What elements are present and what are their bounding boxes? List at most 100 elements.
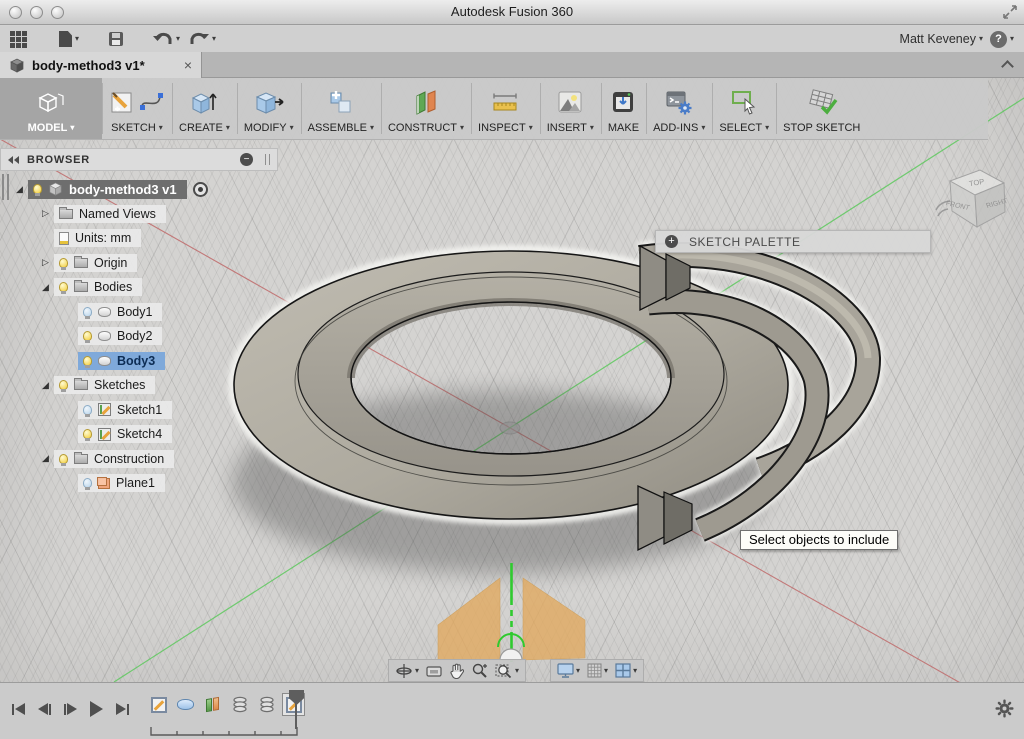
zoom-button[interactable] (471, 663, 488, 679)
undo-button[interactable]: ▾ (153, 32, 180, 46)
ribbon-group-insert[interactable]: INSERT▾ (540, 78, 601, 139)
timeline-feature-plane[interactable] (202, 694, 223, 715)
expander-icon[interactable]: ▷ (40, 257, 51, 268)
visibility-bulb-icon[interactable] (83, 356, 92, 366)
tree-row-origin[interactable]: ▷ Origin (0, 251, 278, 276)
document-tab[interactable]: body-method3 v1* × (0, 52, 202, 78)
extrude-icon (189, 88, 219, 116)
visibility-bulb-icon[interactable] (59, 258, 68, 268)
timeline-feature-sketch[interactable] (148, 694, 169, 715)
timeline-feature-coil2[interactable] (256, 694, 277, 715)
sketch-palette-panel[interactable]: + SKETCH PALETTE (655, 230, 931, 253)
pan-button[interactable] (449, 663, 464, 679)
visibility-bulb-icon[interactable] (59, 282, 68, 292)
tree-item-label: Construction (94, 452, 164, 466)
step-forward-button[interactable] (64, 703, 77, 715)
visibility-bulb-icon[interactable] (59, 380, 68, 390)
orbit-icon (395, 663, 413, 679)
status-tooltip: Select objects to include (740, 530, 898, 550)
workspace-selector-model[interactable]: MODEL▾ (0, 78, 102, 139)
save-button[interactable] (109, 32, 123, 46)
user-menu[interactable]: Matt Keveney ▾ (900, 32, 983, 46)
visibility-bulb-icon[interactable] (83, 307, 92, 317)
go-to-end-button[interactable] (116, 703, 129, 715)
step-back-button[interactable] (38, 703, 51, 715)
ribbon-group-inspect[interactable]: INSPECT▾ (471, 78, 540, 139)
browser-header[interactable]: BROWSER − (0, 148, 278, 171)
ribbon-group-make[interactable]: MAKE (601, 78, 646, 139)
expander-icon[interactable]: ◢ (40, 453, 51, 464)
make-3d-print-icon (609, 89, 637, 115)
group-label: CONSTRUCT (388, 122, 457, 134)
pan-hand-icon (449, 663, 464, 679)
collapse-toolbar-chevron-icon[interactable] (1001, 60, 1014, 73)
ribbon-group-assemble[interactable]: ASSEMBLE▾ (301, 78, 381, 139)
folder-icon (74, 454, 88, 464)
gear-icon[interactable] (995, 699, 1014, 718)
activate-component-radio[interactable] (193, 182, 208, 197)
ribbon-group-select[interactable]: SELECT▾ (712, 78, 776, 139)
expander-icon[interactable]: ◢ (14, 184, 25, 195)
visibility-bulb-icon[interactable] (83, 405, 92, 415)
orbit-button[interactable]: ▾ (395, 663, 419, 679)
expand-palette-icon[interactable]: + (665, 235, 678, 248)
ribbon-group-modify[interactable]: MODIFY▾ (237, 78, 301, 139)
tree-row-units[interactable]: Units: mm (0, 226, 278, 251)
go-to-start-button[interactable] (12, 703, 25, 715)
tree-row-sketch4[interactable]: Sketch4 (0, 422, 278, 447)
visibility-bulb-icon[interactable] (83, 478, 92, 488)
tree-row-body3[interactable]: Body3 (0, 349, 278, 374)
model-viewport[interactable]: MODEL▾ SKETCH▾ (0, 78, 1024, 682)
stop-sketch-button[interactable]: STOP SKETCH (776, 78, 867, 139)
panel-grip-icon[interactable] (265, 154, 270, 165)
zoom-window-button[interactable]: ▾ (495, 663, 519, 679)
chevron-down-icon: ▾ (604, 667, 608, 675)
help-menu[interactable]: ? ▾ (990, 31, 1014, 48)
tree-row-construction[interactable]: ◢ Construction (0, 447, 278, 472)
collapse-panel-icon[interactable] (8, 156, 19, 164)
grid-settings-button[interactable]: ▾ (587, 663, 608, 678)
close-tab-icon[interactable]: × (184, 58, 192, 72)
viewports-button[interactable]: ▾ (615, 663, 637, 678)
chevron-down-icon: ▾ (515, 667, 519, 675)
tree-row-sketch1[interactable]: Sketch1 (0, 398, 278, 423)
tree-row-root[interactable]: ◢ body-method3 v1 (0, 177, 278, 202)
view-cube[interactable]: TOP FRONT RIGHT (928, 158, 1020, 250)
origin-marker[interactable] (500, 422, 520, 434)
app-grid-icon[interactable] (10, 31, 27, 48)
chevron-down-icon: ▾ (159, 124, 163, 132)
ribbon-group-construct[interactable]: CONSTRUCT▾ (381, 78, 471, 139)
timeline-feature-coil1[interactable] (229, 694, 250, 715)
tree-row-body1[interactable]: Body1 (0, 300, 278, 325)
fullscreen-icon[interactable] (1003, 5, 1017, 19)
visibility-bulb-icon[interactable] (83, 429, 92, 439)
display-settings-button[interactable]: ▾ (557, 663, 580, 678)
tree-item-label: Origin (94, 256, 127, 270)
tree-row-bodies[interactable]: ◢ Bodies (0, 275, 278, 300)
tree-row-named-views[interactable]: ▷ Named Views (0, 202, 278, 227)
expander-icon[interactable]: ▷ (40, 208, 51, 219)
file-menu-button[interactable]: ▾ (59, 31, 79, 47)
group-label: MODIFY (244, 122, 287, 134)
ribbon-group-addins[interactable]: ADD-INS▾ (646, 78, 712, 139)
redo-button[interactable]: ▾ (189, 32, 216, 46)
ribbon-group-create[interactable]: CREATE▾ (172, 78, 237, 139)
expander-icon[interactable]: ◢ (40, 282, 51, 293)
help-icon: ? (990, 31, 1007, 48)
tree-row-sketches[interactable]: ◢ Sketches (0, 373, 278, 398)
construction-plane[interactable] (438, 563, 585, 662)
timeline-feature-revolve[interactable] (175, 694, 196, 715)
look-at-button[interactable] (426, 664, 442, 678)
visibility-bulb-icon[interactable] (33, 184, 42, 194)
play-button[interactable] (90, 701, 103, 717)
minimize-panel-icon[interactable]: − (240, 153, 253, 166)
chevron-down-icon: ▾ (75, 35, 79, 43)
visibility-bulb-icon[interactable] (83, 331, 92, 341)
sketch-icon (98, 403, 111, 416)
visibility-bulb-icon[interactable] (59, 454, 68, 464)
tree-row-plane1[interactable]: Plane1 (0, 471, 278, 496)
chevron-down-icon: ▾ (226, 124, 230, 132)
ribbon-group-sketch[interactable]: SKETCH▾ (102, 78, 172, 139)
expander-icon[interactable]: ◢ (40, 380, 51, 391)
tree-row-body2[interactable]: Body2 (0, 324, 278, 349)
